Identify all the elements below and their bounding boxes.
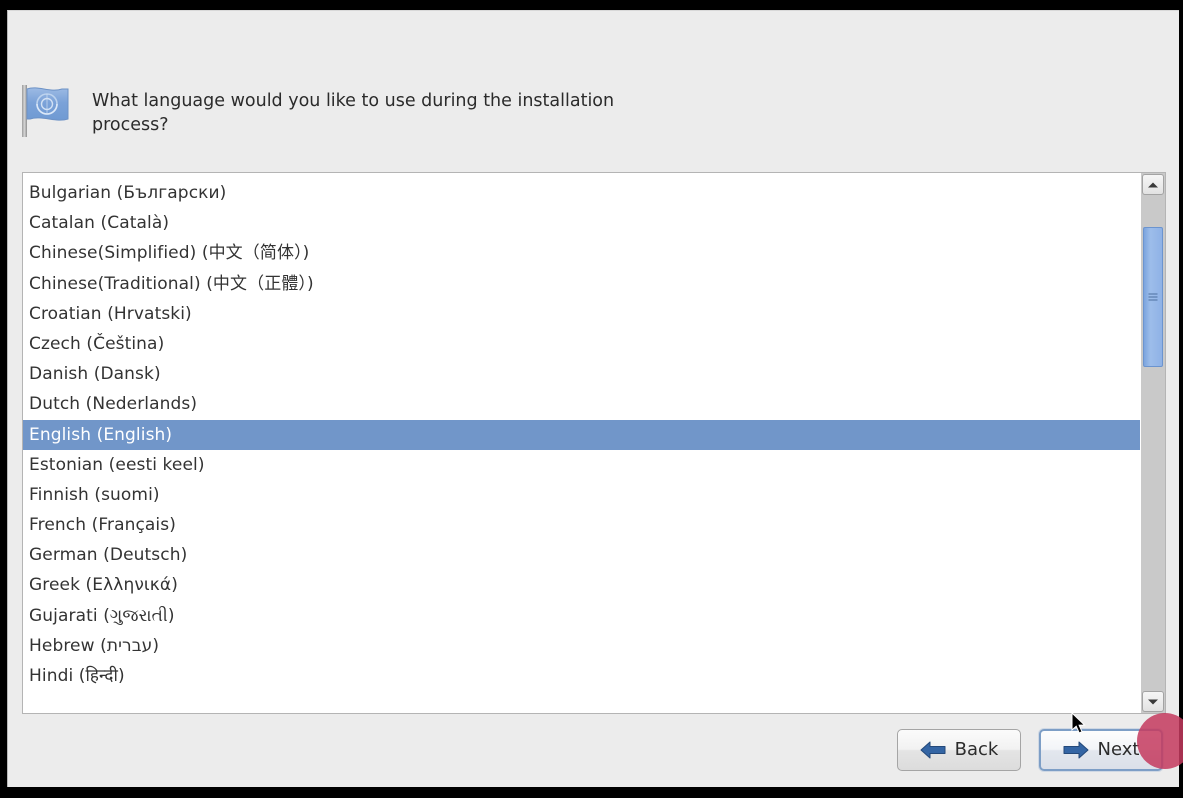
list-item[interactable]: Chinese(Traditional) (中文（正體）)	[23, 269, 1140, 299]
list-item[interactable]: Chinese(Simplified) (中文（简体）)	[23, 238, 1140, 268]
header: What language would you like to use duri…	[16, 73, 1016, 143]
list-item[interactable]: Finnish (suomi)	[23, 480, 1140, 510]
list-item[interactable]: Greek (Ελληνικά)	[23, 570, 1140, 600]
installer-window-frame: What language would you like to use duri…	[0, 0, 1183, 798]
next-button-label: Next	[1097, 739, 1140, 760]
list-item[interactable]: Gujarati (ગુજરાતી)	[23, 601, 1140, 631]
list-item[interactable]: Czech (Čeština)	[23, 329, 1140, 359]
arrow-left-icon	[920, 740, 946, 760]
list-item[interactable]: Croatian (Hrvatski)	[23, 299, 1140, 329]
list-item[interactable]: Dutch (Nederlands)	[23, 389, 1140, 419]
language-list-box[interactable]: Bulgarian (Български) Catalan (Català) C…	[22, 172, 1166, 714]
vertical-scrollbar[interactable]	[1140, 173, 1165, 713]
dialog-button-bar: Back Next	[897, 729, 1163, 771]
scrollbar-track[interactable]	[1141, 196, 1165, 690]
header-question: What language would you like to use duri…	[92, 91, 615, 135]
scrollbar-grip-icon	[1148, 293, 1158, 301]
list-item[interactable]: French (Français)	[23, 510, 1140, 540]
chevron-down-icon[interactable]	[1142, 691, 1164, 712]
list-item[interactable]: Bulgarian (Български)	[23, 178, 1140, 208]
list-item[interactable]: Catalan (Català)	[23, 208, 1140, 238]
back-button[interactable]: Back	[897, 729, 1021, 771]
chevron-down-glyph	[1148, 699, 1158, 704]
list-item[interactable]: German (Deutsch)	[23, 540, 1140, 570]
list-item[interactable]: Danish (Dansk)	[23, 359, 1140, 389]
flag-icon	[16, 79, 78, 141]
chevron-up-icon[interactable]	[1142, 174, 1164, 195]
list-item[interactable]: Hindi (हिन्दी)	[23, 661, 1140, 691]
list-item[interactable]: Estonian (eesti keel)	[23, 450, 1140, 480]
list-item[interactable]: Hebrew (עברית)	[23, 631, 1140, 661]
list-item-selected[interactable]: English (English)	[23, 419, 1140, 450]
back-button-label: Back	[954, 739, 999, 760]
scrollbar-thumb[interactable]	[1143, 227, 1163, 367]
arrow-right-icon	[1063, 740, 1089, 760]
installer-window-body: What language would you like to use duri…	[7, 10, 1183, 787]
chevron-up-glyph	[1148, 182, 1158, 187]
language-list-viewport[interactable]: Bulgarian (Български) Catalan (Català) C…	[23, 173, 1140, 713]
